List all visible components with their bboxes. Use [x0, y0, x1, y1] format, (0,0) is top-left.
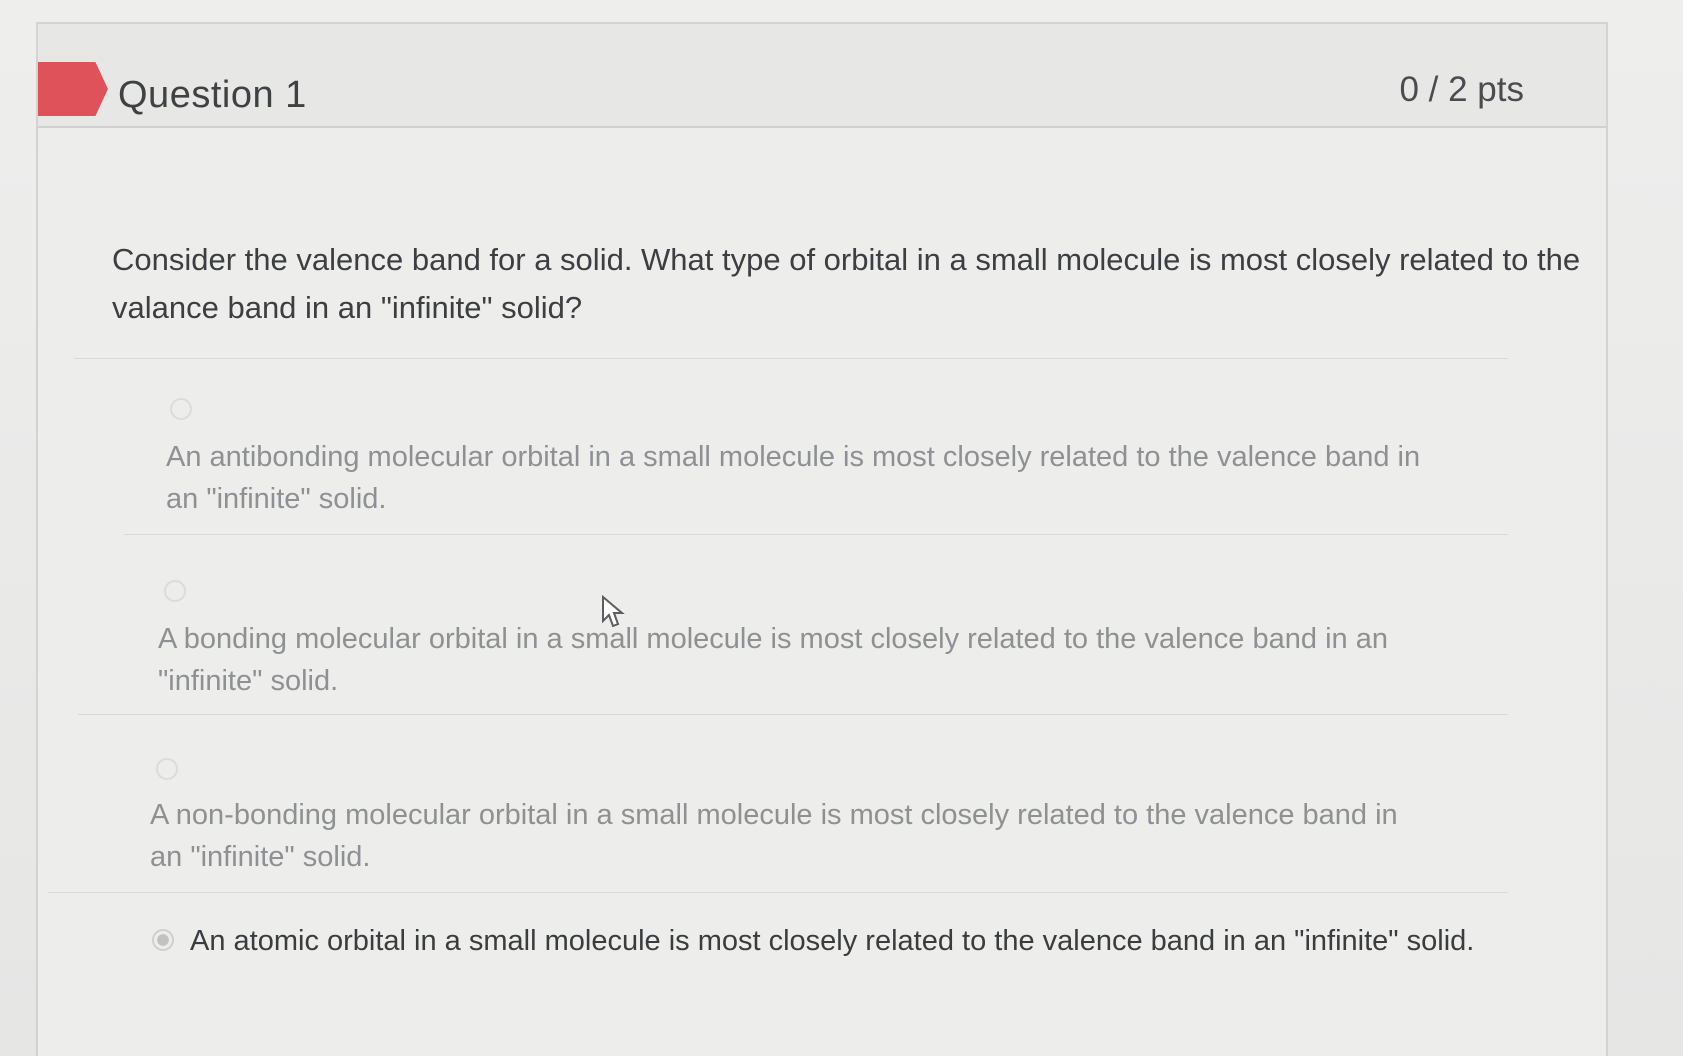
answer-radio-antibonding[interactable]: [170, 398, 192, 420]
quiz-page: Question 1 0 / 2 pts Consider the valenc…: [0, 0, 1683, 1056]
question-points: 0 / 2 pts: [1399, 70, 1524, 109]
answer-option-nonbonding[interactable]: A non-bonding molecular orbital in a sma…: [110, 742, 1508, 892]
answer-divider: [48, 892, 1508, 893]
answer-radio-nonbonding[interactable]: [156, 758, 178, 780]
answer-label-bonding: A bonding molecular orbital in a small m…: [158, 623, 1388, 697]
question-title: Question 1: [118, 74, 307, 116]
answer-divider: [78, 714, 1508, 715]
question-header: Question 1 0 / 2 pts: [38, 24, 1606, 128]
answer-option-atomic[interactable]: An atomic orbital in a small molecule is…: [106, 912, 1508, 998]
answer-option-antibonding[interactable]: An antibonding molecular orbital in a sm…: [118, 382, 1508, 532]
answer-label-antibonding: An antibonding molecular orbital in a sm…: [166, 441, 1421, 515]
answer-divider: [74, 358, 1508, 359]
answer-label-nonbonding: A non-bonding molecular orbital in a sma…: [150, 799, 1398, 873]
mouse-pointer-icon: [602, 595, 625, 628]
answer-label-atomic: An atomic orbital in a small molecule is…: [190, 925, 1475, 957]
answer-radio-bonding[interactable]: [164, 580, 186, 602]
question-prompt: Consider the valence band for a solid. W…: [112, 242, 1581, 325]
answer-radio-atomic[interactable]: [152, 929, 174, 951]
answer-option-bonding[interactable]: A bonding molecular orbital in a small m…: [116, 564, 1508, 724]
answer-divider: [124, 534, 1508, 535]
question-card: Question 1 0 / 2 pts Consider the valenc…: [36, 22, 1608, 1056]
question-flag-icon: [38, 62, 108, 116]
